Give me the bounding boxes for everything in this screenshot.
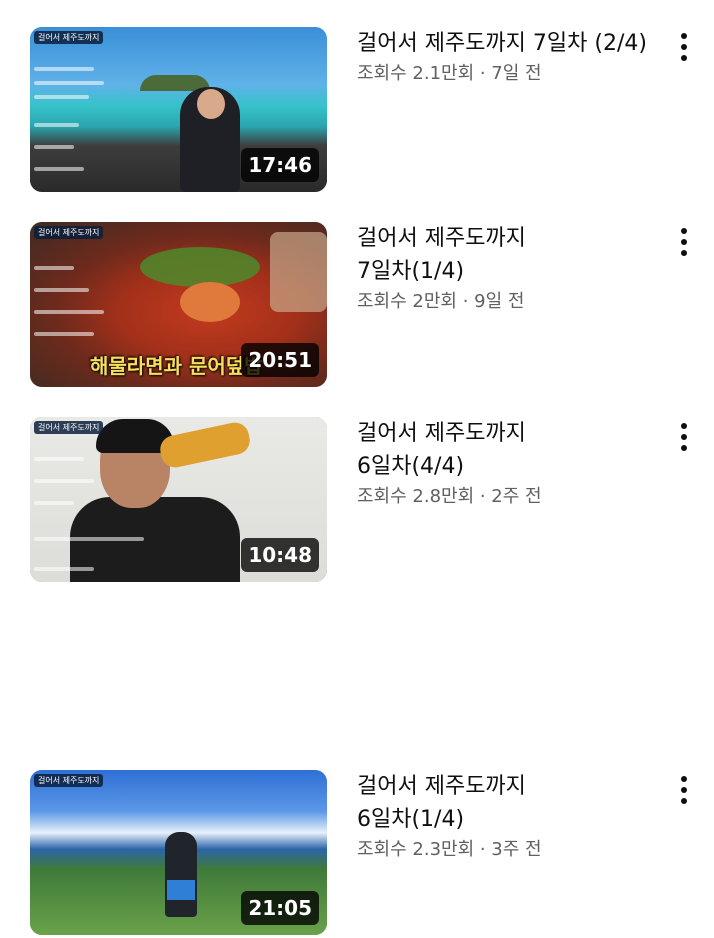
video-thumbnail[interactable]: 걸어서 제주도까지 해물라면과 문어덮밥 20:51: [30, 222, 327, 387]
thumbnail-person: [165, 832, 197, 917]
chat-line: [34, 81, 104, 85]
thumbnail-badge: 걸어서 제주도까지: [34, 31, 104, 44]
video-thumbnail[interactable]: 걸어서 제주도까지 10:48: [30, 417, 327, 582]
video-title[interactable]: 걸어서 제주도까지 6일차(1/4): [357, 770, 557, 836]
thumbnail-shorts: [167, 880, 195, 900]
chat-line: [34, 332, 94, 336]
thumbnail-badge: 걸어서 제주도까지: [34, 421, 104, 434]
thumbnail-seafood: [180, 282, 240, 322]
chat-line: [34, 123, 79, 127]
video-stats: 조회수 2만회 · 9일 전: [357, 291, 525, 312]
chat-line: [34, 479, 94, 483]
video-meta: 걸어서 제주도까지 6일차(4/4) 조회수 2.8만회 · 2주 전: [357, 417, 657, 510]
video-item[interactable]: 걸어서 제주도까지 17:46 걸어서 제주도까지 7일차 (2/4) 조회수 …: [0, 27, 714, 193]
chat-line: [34, 266, 74, 270]
more-vertical-icon[interactable]: [670, 228, 698, 260]
thumbnail-badge: 걸어서 제주도까지: [34, 226, 104, 239]
chat-line: [34, 145, 74, 149]
video-thumbnail[interactable]: 걸어서 제주도까지 17:46: [30, 27, 327, 192]
video-stats: 조회수 2.1만회 · 7일 전: [357, 63, 542, 84]
chat-line: [34, 167, 84, 171]
video-title[interactable]: 걸어서 제주도까지 6일차(4/4): [357, 417, 557, 483]
duration-badge: 21:05: [241, 891, 319, 925]
more-vertical-icon[interactable]: [670, 776, 698, 808]
video-title[interactable]: 걸어서 제주도까지 7일차(1/4): [357, 222, 557, 288]
chat-line: [34, 537, 144, 541]
chat-line: [34, 67, 94, 71]
duration-badge: 20:51: [241, 343, 319, 377]
duration-badge: 10:48: [241, 538, 319, 572]
video-thumbnail[interactable]: 걸어서 제주도까지 21:05: [30, 770, 327, 935]
video-stats: 조회수 2.8만회 · 2주 전: [357, 486, 542, 507]
thumbnail-pan: [270, 232, 327, 312]
more-vertical-icon[interactable]: [670, 33, 698, 65]
chat-line: [34, 567, 94, 571]
thumbnail-face: [197, 89, 225, 119]
chat-line: [34, 457, 84, 461]
thumbnail-badge: 걸어서 제주도까지: [34, 774, 104, 787]
more-vertical-icon[interactable]: [670, 423, 698, 455]
video-meta: 걸어서 제주도까지 6일차(1/4) 조회수 2.3만회 · 3주 전: [357, 770, 657, 863]
chat-line: [34, 288, 89, 292]
duration-badge: 17:46: [241, 148, 319, 182]
video-meta: 걸어서 제주도까지 7일차 (2/4) 조회수 2.1만회 · 7일 전: [357, 27, 657, 87]
chat-line: [34, 310, 104, 314]
video-item[interactable]: 걸어서 제주도까지 해물라면과 문어덮밥 20:51 걸어서 제주도까지 7일차…: [0, 222, 714, 388]
chat-line: [34, 501, 74, 505]
video-meta: 걸어서 제주도까지 7일차(1/4) 조회수 2만회 · 9일 전: [357, 222, 657, 315]
thumbnail-caption: 해물라면과 문어덮밥: [90, 354, 263, 378]
video-stats: 조회수 2.3만회 · 3주 전: [357, 839, 542, 860]
video-title[interactable]: 걸어서 제주도까지 7일차 (2/4): [357, 27, 657, 60]
chat-line: [34, 95, 89, 99]
thumbnail-greens: [140, 247, 260, 287]
video-item[interactable]: 걸어서 제주도까지 10:48 걸어서 제주도까지 6일차(4/4) 조회수 2…: [0, 417, 714, 583]
video-item[interactable]: 걸어서 제주도까지 21:05 걸어서 제주도까지 6일차(1/4) 조회수 2…: [0, 770, 714, 936]
